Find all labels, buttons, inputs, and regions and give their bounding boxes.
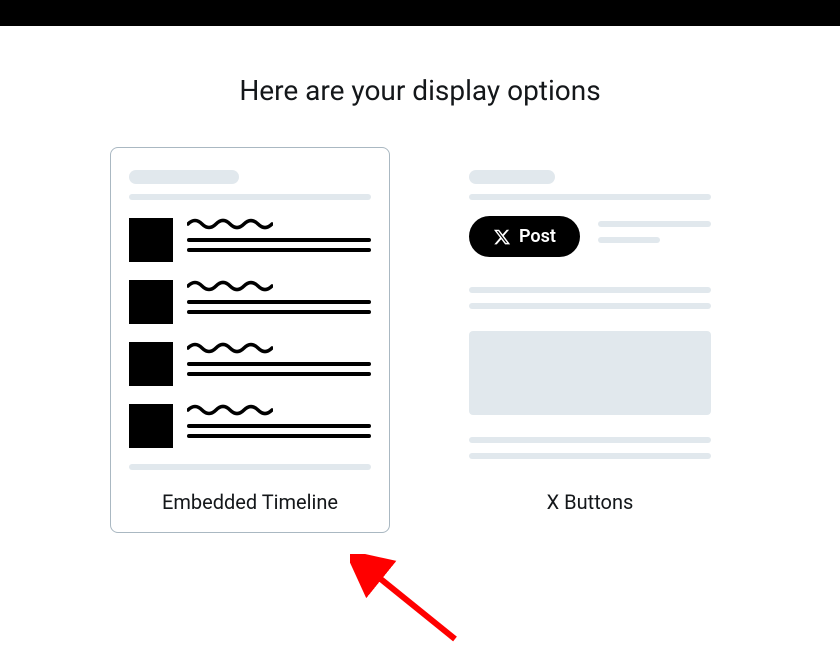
placeholder-line [469, 437, 711, 443]
placeholder-line [187, 248, 371, 252]
placeholder-line [469, 303, 711, 309]
timeline-item [129, 342, 371, 386]
wavy-line-icon [187, 218, 371, 230]
xbuttons-preview: Post [469, 170, 711, 470]
placeholder-line [187, 372, 371, 376]
timeline-item [129, 280, 371, 324]
wavy-line-icon [187, 404, 371, 416]
annotation-arrow-icon [350, 554, 470, 654]
placeholder-line [187, 424, 371, 428]
timeline-item [129, 404, 371, 448]
option-label-xbuttons: X Buttons [469, 490, 711, 514]
placeholder-bar [129, 170, 239, 184]
placeholder-line [598, 221, 711, 227]
timeline-item-lines [187, 218, 371, 258]
top-bar [0, 0, 840, 26]
wavy-line-icon [187, 342, 371, 354]
timeline-item-lines [187, 280, 371, 320]
avatar-placeholder [129, 404, 173, 448]
placeholder-line [187, 300, 371, 304]
avatar-placeholder [129, 218, 173, 262]
timeline-preview [129, 170, 371, 470]
post-button-label: Post [519, 226, 556, 247]
side-lines [598, 221, 711, 253]
placeholder-line [129, 194, 371, 200]
option-label-timeline: Embedded Timeline [129, 490, 371, 514]
option-embedded-timeline[interactable]: Embedded Timeline [110, 147, 390, 533]
avatar-placeholder [129, 342, 173, 386]
placeholder-line [469, 287, 711, 293]
x-logo-icon [493, 228, 511, 246]
placeholder-line [187, 362, 371, 366]
placeholder-line [598, 237, 660, 243]
placeholder-bar [469, 170, 555, 184]
placeholder-line [129, 464, 371, 470]
timeline-item [129, 218, 371, 262]
placeholder-line [187, 310, 371, 314]
placeholder-line [187, 434, 371, 438]
xbuttons-row: Post [469, 216, 711, 257]
page-title: Here are your display options [0, 74, 840, 107]
placeholder-line [469, 453, 711, 459]
display-options-container: Embedded Timeline Post X Butto [0, 147, 840, 533]
image-placeholder [469, 331, 711, 415]
avatar-placeholder [129, 280, 173, 324]
timeline-item-lines [187, 404, 371, 444]
placeholder-line [469, 194, 711, 200]
timeline-item-lines [187, 342, 371, 382]
post-button: Post [469, 216, 580, 257]
wavy-line-icon [187, 280, 371, 292]
option-x-buttons[interactable]: Post X Buttons [450, 147, 730, 533]
placeholder-line [187, 238, 371, 242]
